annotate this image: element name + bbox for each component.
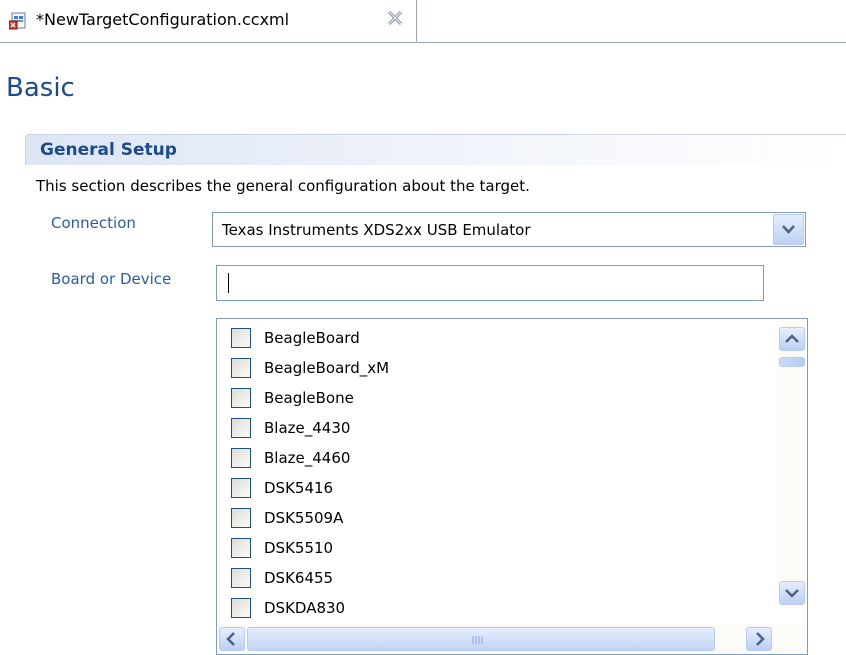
text-caret <box>228 273 229 293</box>
tab-title: *NewTargetConfiguration.ccxml <box>36 10 290 29</box>
horizontal-scrollbar[interactable] <box>217 624 807 654</box>
checkbox[interactable] <box>231 538 251 558</box>
list-item-label: DSK5510 <box>264 539 334 557</box>
vertical-scroll-thumb[interactable] <box>779 357 805 367</box>
scroll-left-icon[interactable] <box>219 627 245 651</box>
grip-icon <box>472 636 483 644</box>
scroll-right-icon[interactable] <box>746 627 772 651</box>
list-item-label: DSK5416 <box>264 479 334 497</box>
list-item-label: DSKDA830 <box>264 599 346 617</box>
section-header[interactable]: General Setup <box>25 134 846 165</box>
list-item[interactable]: DSK5416 <box>217 475 777 505</box>
list-item-label: DSK5509A <box>264 509 344 527</box>
list-item-label: Blaze_4460 <box>264 449 351 467</box>
close-icon[interactable] <box>386 9 404 27</box>
scroll-down-icon[interactable] <box>779 581 805 605</box>
board-label: Board or Device <box>51 270 172 288</box>
list-item[interactable]: DSK5509A <box>217 505 777 535</box>
chevron-down-icon[interactable] <box>773 214 804 245</box>
list-item[interactable]: BeagleBoard <box>217 325 777 355</box>
checkbox[interactable] <box>231 328 251 348</box>
connection-value: Texas Instruments XDS2xx USB Emulator <box>222 221 531 239</box>
checkbox[interactable] <box>231 598 251 618</box>
page-title: Basic <box>6 73 75 103</box>
checkbox[interactable] <box>231 418 251 438</box>
target-config-file-icon <box>8 12 27 30</box>
section-title: General Setup <box>40 140 177 160</box>
board-filter-input[interactable] <box>216 265 764 301</box>
editor-tab-strip: *NewTargetConfiguration.ccxml <box>0 0 846 43</box>
list-item-label: DSK6455 <box>264 569 334 587</box>
section-description: This section describes the general confi… <box>36 177 530 195</box>
list-item[interactable]: DSKDA830 <box>217 595 777 625</box>
horizontal-scroll-thumb[interactable] <box>247 627 715 651</box>
editor-tab[interactable]: *NewTargetConfiguration.ccxml <box>0 0 417 42</box>
checkbox[interactable] <box>231 358 251 378</box>
list-item-label: Blaze_4430 <box>264 419 351 437</box>
list-item-label: BeagleBoard_xM <box>264 359 390 377</box>
checkbox[interactable] <box>231 508 251 528</box>
list-item[interactable]: Blaze_4460 <box>217 445 777 475</box>
connection-dropdown[interactable]: Texas Instruments XDS2xx USB Emulator <box>212 212 806 247</box>
list-item[interactable]: Blaze_4430 <box>217 415 777 445</box>
list-item[interactable]: BeagleBoard_xM <box>217 355 777 385</box>
connection-label: Connection <box>51 214 136 232</box>
device-list[interactable]: BeagleBoard BeagleBoard_xM BeagleBone Blaze… <box>216 318 808 655</box>
checkbox[interactable] <box>231 478 251 498</box>
checkbox[interactable] <box>231 568 251 588</box>
list-item[interactable]: BeagleBone <box>217 385 777 415</box>
scroll-up-icon[interactable] <box>779 327 805 351</box>
list-item-label: BeagleBone <box>264 389 354 407</box>
vertical-scrollbar[interactable] <box>777 319 807 605</box>
list-item[interactable]: DSK6455 <box>217 565 777 595</box>
list-item-label: BeagleBoard <box>264 329 360 347</box>
checkbox[interactable] <box>231 448 251 468</box>
checkbox[interactable] <box>231 388 251 408</box>
list-item[interactable]: DSK5510 <box>217 535 777 565</box>
